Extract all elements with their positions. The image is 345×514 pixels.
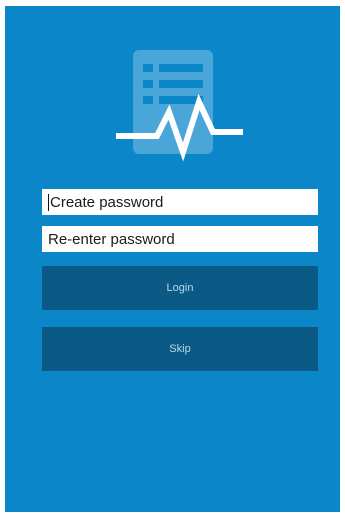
create-password-field[interactable]: Create password	[42, 189, 318, 215]
login-button-label: Login	[166, 282, 194, 294]
app-screen: Create password Re-enter password Login …	[5, 6, 340, 512]
reenter-password-placeholder: Re-enter password	[48, 230, 175, 248]
login-button[interactable]: Login	[42, 266, 318, 310]
reenter-password-field[interactable]: Re-enter password	[42, 226, 318, 252]
document-heartbeat-icon	[116, 50, 243, 162]
text-caret	[48, 193, 49, 211]
skip-button-label: Skip	[169, 343, 191, 355]
skip-button[interactable]: Skip	[42, 327, 318, 371]
create-password-placeholder: Create password	[50, 193, 164, 211]
